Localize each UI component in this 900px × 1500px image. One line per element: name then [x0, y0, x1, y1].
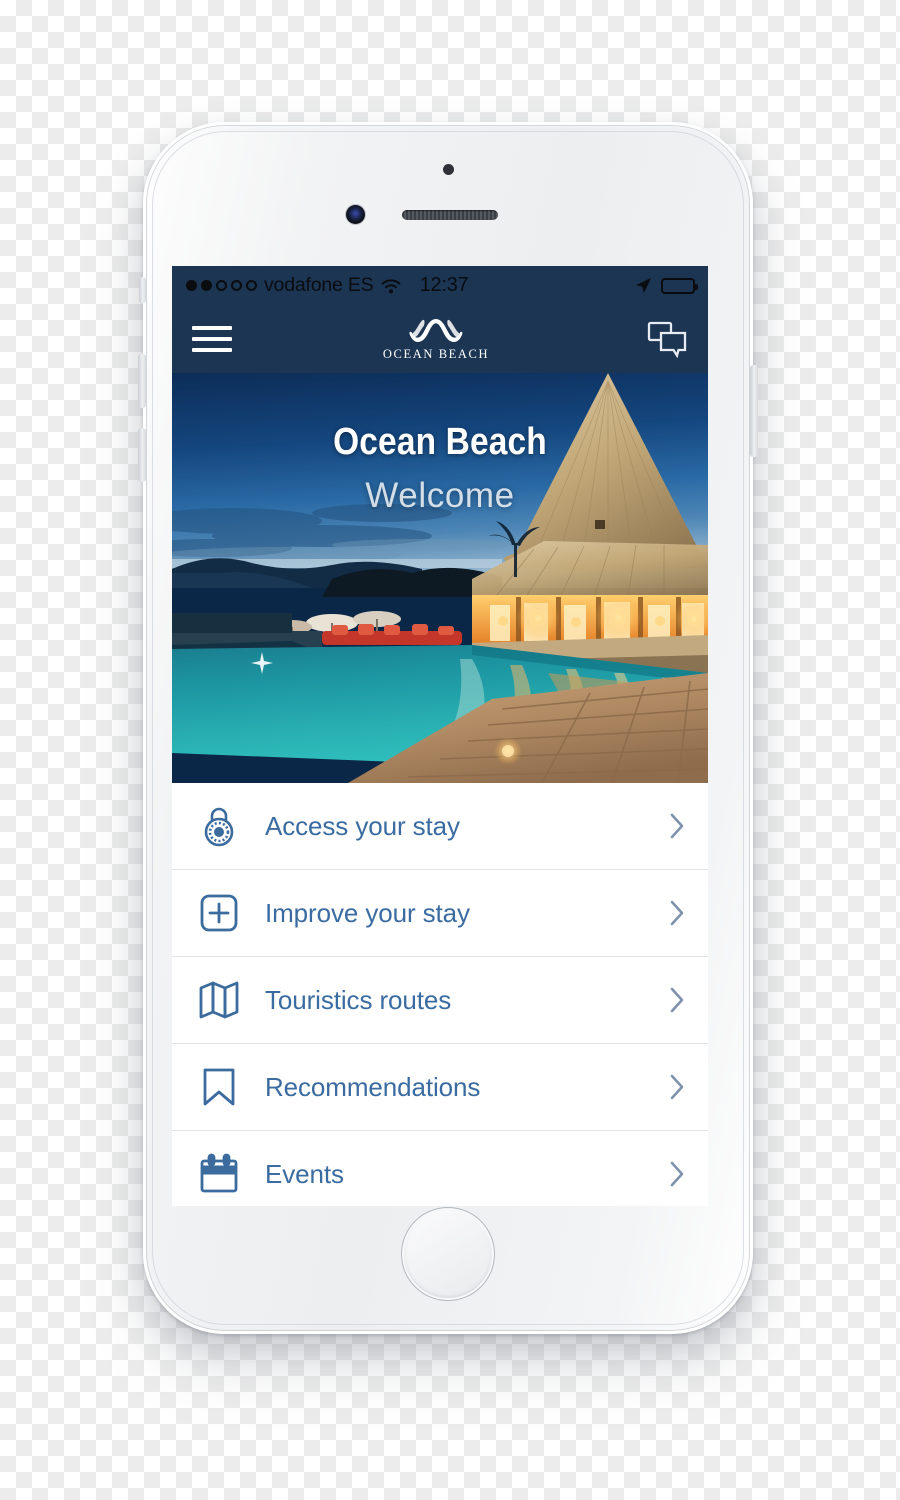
phone-screen: vodafone ES 12:37 OCEAN BEACH Ocean Beac… — [172, 266, 708, 1206]
location-arrow-icon — [635, 277, 652, 294]
padlock-icon — [196, 803, 242, 849]
menu-item-label: Access your stay — [265, 810, 460, 841]
earpiece-speaker — [402, 210, 498, 220]
menu-item-access-your-stay[interactable]: Access your stay — [172, 783, 708, 870]
chevron-right-icon — [668, 986, 686, 1014]
menu-item-touristics-routes[interactable]: Touristics routes — [172, 957, 708, 1044]
status-time: 12:37 — [419, 274, 469, 296]
silent-switch[interactable] — [139, 277, 146, 303]
app-brand: OCEAN BEACH — [383, 316, 489, 362]
volume-up-button[interactable] — [138, 354, 146, 408]
chat-bubbles-icon[interactable] — [646, 320, 688, 359]
menu-item-label: Improve your stay — [265, 897, 470, 928]
chevron-right-icon — [668, 899, 686, 927]
menu-item-recommendations[interactable]: Recommendations — [172, 1044, 708, 1131]
bookmark-icon — [196, 1064, 242, 1110]
app-nav-bar: OCEAN BEACH — [172, 305, 708, 373]
calendar-icon — [196, 1151, 242, 1197]
proximity-sensor — [443, 164, 454, 175]
hero-image — [172, 373, 708, 783]
battery-icon — [661, 277, 698, 294]
hamburger-menu-icon[interactable] — [192, 324, 232, 354]
status-bar-right — [635, 277, 698, 294]
chevron-right-icon — [668, 812, 686, 840]
menu-item-events[interactable]: Events — [172, 1131, 708, 1206]
volume-down-button[interactable] — [138, 428, 146, 482]
map-icon — [196, 977, 242, 1023]
menu-item-label: Events — [265, 1158, 344, 1189]
ocean-beach-wave-logo — [397, 316, 475, 346]
chevron-right-icon — [668, 1160, 686, 1188]
status-bar: vodafone ES 12:37 — [172, 266, 708, 305]
menu-item-label: Recommendations — [265, 1071, 481, 1102]
phone-device: vodafone ES 12:37 OCEAN BEACH Ocean Beac… — [138, 122, 758, 1334]
brand-name: OCEAN BEACH — [382, 347, 490, 361]
menu-item-improve-your-stay[interactable]: Improve your stay — [172, 870, 708, 957]
power-button[interactable] — [750, 365, 758, 457]
menu-item-label: Touristics routes — [265, 984, 452, 1015]
front-camera — [346, 205, 365, 224]
hero-banner: Ocean Beach Welcome — [172, 373, 708, 783]
plus-box-icon — [196, 890, 242, 936]
main-menu-list: Access your stay Improve your stay Touri… — [172, 783, 708, 1206]
home-button[interactable] — [404, 1210, 492, 1298]
chevron-right-icon — [668, 1073, 686, 1101]
